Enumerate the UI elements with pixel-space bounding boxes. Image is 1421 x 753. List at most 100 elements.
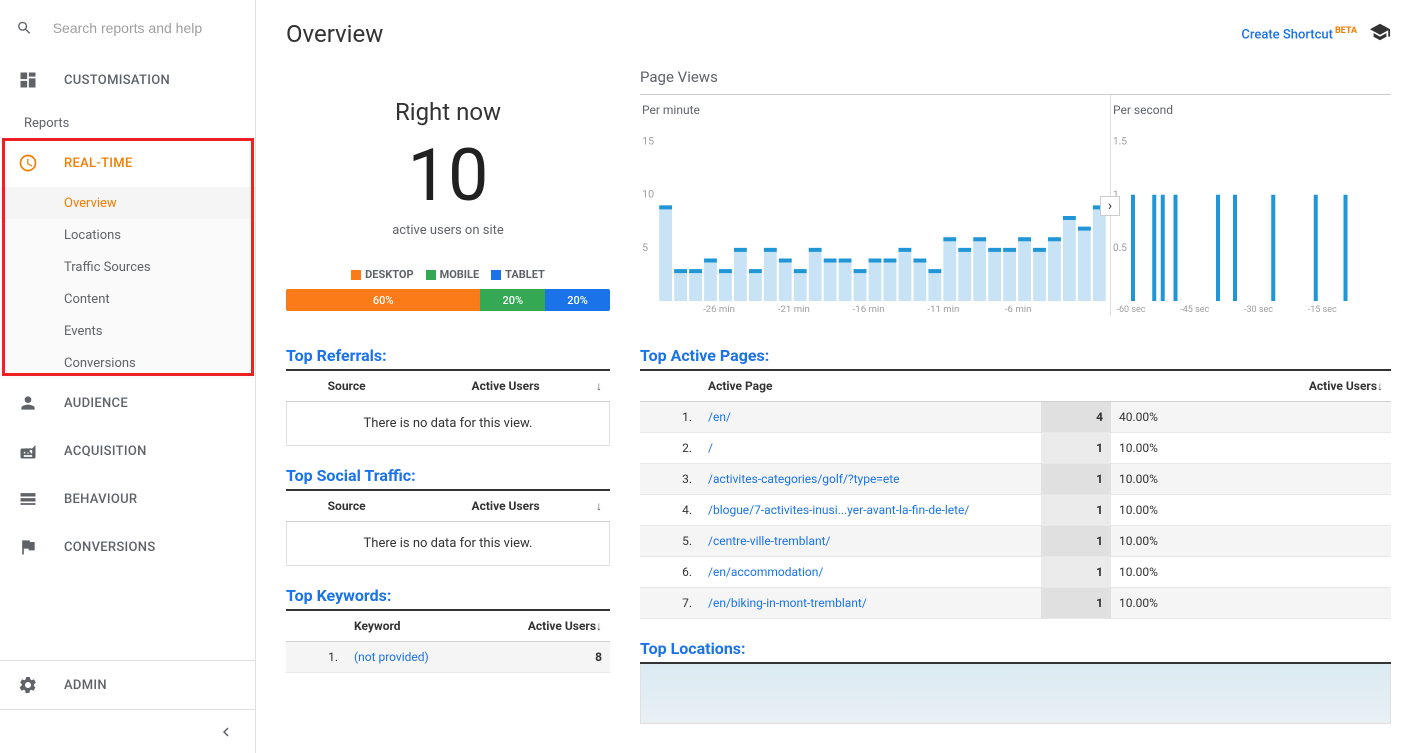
sort-desc-icon: ↓	[1377, 379, 1383, 393]
page-header: Overview Create ShortcutBETA	[286, 20, 1391, 48]
table-row[interactable]: 5./centre-ville-tremblant/110.00%	[640, 526, 1391, 557]
svg-text:-60 sec: -60 sec	[1117, 305, 1146, 315]
per-second-chart: Per second 0.511.5-60 sec-45 sec-30 sec-…	[1111, 95, 1391, 316]
device-legend: DESKTOP MOBILE TABLET	[286, 268, 610, 281]
subnav-conversions[interactable]: Conversions	[0, 347, 255, 379]
right-now-value: 10	[286, 136, 610, 215]
nav-acquisition[interactable]: ACQUISITION	[0, 427, 255, 475]
top-social-section: Top Social Traffic: Source Active Users↓…	[286, 466, 610, 566]
col-active-page[interactable]: Active Page	[700, 371, 1041, 402]
acquisition-icon	[16, 439, 40, 463]
nav-conversions[interactable]: CONVERSIONS	[0, 523, 255, 571]
sort-desc-icon: ↓	[596, 379, 602, 393]
table-row[interactable]: 4./blogue/7-activites-inusi...yer-avant-…	[640, 495, 1391, 526]
col-active-users[interactable]: Active Users↓	[1041, 371, 1391, 402]
section-title[interactable]: Top Referrals:	[286, 346, 610, 371]
page-link[interactable]: /activites-categories/golf/?type=ete	[708, 472, 900, 486]
svg-text:-26 min: -26 min	[703, 304, 735, 315]
table-row[interactable]: 2./110.00%	[640, 433, 1391, 464]
page-link[interactable]: /blogue/7-activites-inusi...yer-avant-la…	[708, 503, 969, 517]
svg-text:15: 15	[642, 135, 654, 148]
subnav-overview[interactable]: Overview	[0, 187, 255, 219]
svg-text:-11 min: -11 min	[927, 304, 959, 315]
reports-label: Reports	[0, 104, 255, 139]
right-now-panel: Right now 10 active users on site DESKTO…	[286, 68, 610, 316]
svg-text:0.5: 0.5	[1113, 243, 1127, 254]
svg-text:-16 min: -16 min	[853, 304, 885, 315]
nav-audience[interactable]: AUDIENCE	[0, 379, 255, 427]
page-title: Overview	[286, 20, 383, 48]
sort-desc-icon: ↓	[596, 619, 602, 633]
section-title[interactable]: Top Social Traffic:	[286, 466, 610, 491]
top-active-pages-section: Top Active Pages: Active Page Active Use…	[640, 346, 1391, 619]
nav-label: ACQUISITION	[64, 444, 147, 459]
subnav-traffic-sources[interactable]: Traffic Sources	[0, 251, 255, 283]
page-link[interactable]: /centre-ville-tremblant/	[708, 534, 830, 548]
nav-behaviour[interactable]: BEHAVIOUR	[0, 475, 255, 523]
page-link[interactable]: /	[708, 441, 713, 455]
page-link[interactable]: /en/biking-in-mont-tremblant/	[708, 596, 867, 610]
create-shortcut-link[interactable]: Create ShortcutBETA	[1241, 26, 1357, 42]
svg-text:10: 10	[642, 188, 654, 201]
distribution-segment: 20%	[480, 289, 545, 311]
search-input[interactable]	[53, 20, 239, 36]
table-row[interactable]: 7./en/biking-in-mont-tremblant/110.00%	[640, 588, 1391, 619]
section-title[interactable]: Top Locations:	[640, 639, 1391, 664]
table-row[interactable]: 1./en/440.00%	[640, 402, 1391, 433]
behaviour-icon	[16, 487, 40, 511]
right-now-subtitle: active users on site	[286, 223, 610, 238]
svg-text:-30 sec: -30 sec	[1244, 305, 1273, 315]
svg-text:-45 sec: -45 sec	[1180, 305, 1209, 315]
subnav-content[interactable]: Content	[0, 283, 255, 315]
page-link[interactable]: /en/accommodation/	[708, 565, 823, 579]
subnav-events[interactable]: Events	[0, 315, 255, 347]
top-active-pages-table: Active Page Active Users↓ 1./en/440.00%2…	[640, 371, 1391, 619]
pageviews-panel: Page Views Per minute 51015-26 min-21 mi…	[640, 68, 1391, 316]
graduation-cap-icon[interactable]	[1369, 21, 1391, 47]
top-locations-section: Top Locations:	[640, 639, 1391, 724]
svg-text:5: 5	[642, 241, 648, 254]
nav-realtime[interactable]: REAL-TIME	[0, 139, 255, 187]
page-link[interactable]: /en/	[708, 410, 731, 424]
col-keyword[interactable]: Keyword	[346, 611, 478, 642]
svg-text:-6 min: -6 min	[1005, 304, 1031, 315]
subnav-locations[interactable]: Locations	[0, 219, 255, 251]
legend-mobile: MOBILE	[426, 268, 480, 281]
gear-icon	[16, 673, 40, 697]
col-source[interactable]: Source	[286, 491, 407, 522]
nav-customisation[interactable]: CUSTOMISATION	[0, 56, 255, 104]
table-row[interactable]: 6./en/accommodation/110.00%	[640, 557, 1391, 588]
col-active-users[interactable]: Active Users↓	[407, 371, 610, 402]
table-row[interactable]: 1.(not provided)8	[286, 642, 610, 673]
collapse-sidebar-button[interactable]	[0, 709, 255, 753]
keyword-link[interactable]: (not provided)	[354, 650, 429, 664]
top-referrals-table: Source Active Users↓	[286, 371, 610, 402]
section-title[interactable]: Top Keywords:	[286, 586, 610, 611]
expand-chart-button[interactable]: ›	[1100, 196, 1120, 216]
table-row[interactable]: 3./activites-categories/golf/?type=ete11…	[640, 464, 1391, 495]
top-referrals-section: Top Referrals: Source Active Users↓ Ther…	[286, 346, 610, 446]
legend-tablet: TABLET	[491, 268, 545, 281]
top-keywords-table: Keyword Active Users↓ 1.(not provided)8	[286, 611, 610, 673]
nav-label: BEHAVIOUR	[64, 492, 137, 507]
distribution-segment: 20%	[545, 289, 610, 311]
sort-desc-icon: ↓	[596, 499, 602, 513]
right-now-title: Right now	[286, 98, 610, 126]
search-bar[interactable]	[0, 0, 255, 56]
nav-label: CONVERSIONS	[64, 540, 156, 555]
section-title[interactable]: Top Active Pages:	[640, 346, 1391, 371]
col-source[interactable]: Source	[286, 371, 407, 402]
clock-icon	[16, 151, 40, 175]
main-content: Overview Create ShortcutBETA Right now 1…	[256, 0, 1421, 753]
col-active-users[interactable]: Active Users↓	[478, 611, 610, 642]
sidebar: CUSTOMISATION Reports REAL-TIME Overview…	[0, 0, 256, 753]
col-active-users[interactable]: Active Users↓	[407, 491, 610, 522]
nav-admin[interactable]: ADMIN	[0, 661, 255, 709]
locations-map[interactable]	[640, 664, 1391, 724]
per-minute-chart: Per minute 51015-26 min-21 min-16 min-11…	[640, 95, 1111, 316]
dashboard-icon	[16, 68, 40, 92]
nav-label: CUSTOMISATION	[64, 73, 170, 88]
nav-label: REAL-TIME	[64, 156, 133, 171]
distribution-segment: 60%	[286, 289, 480, 311]
flag-icon	[16, 535, 40, 559]
